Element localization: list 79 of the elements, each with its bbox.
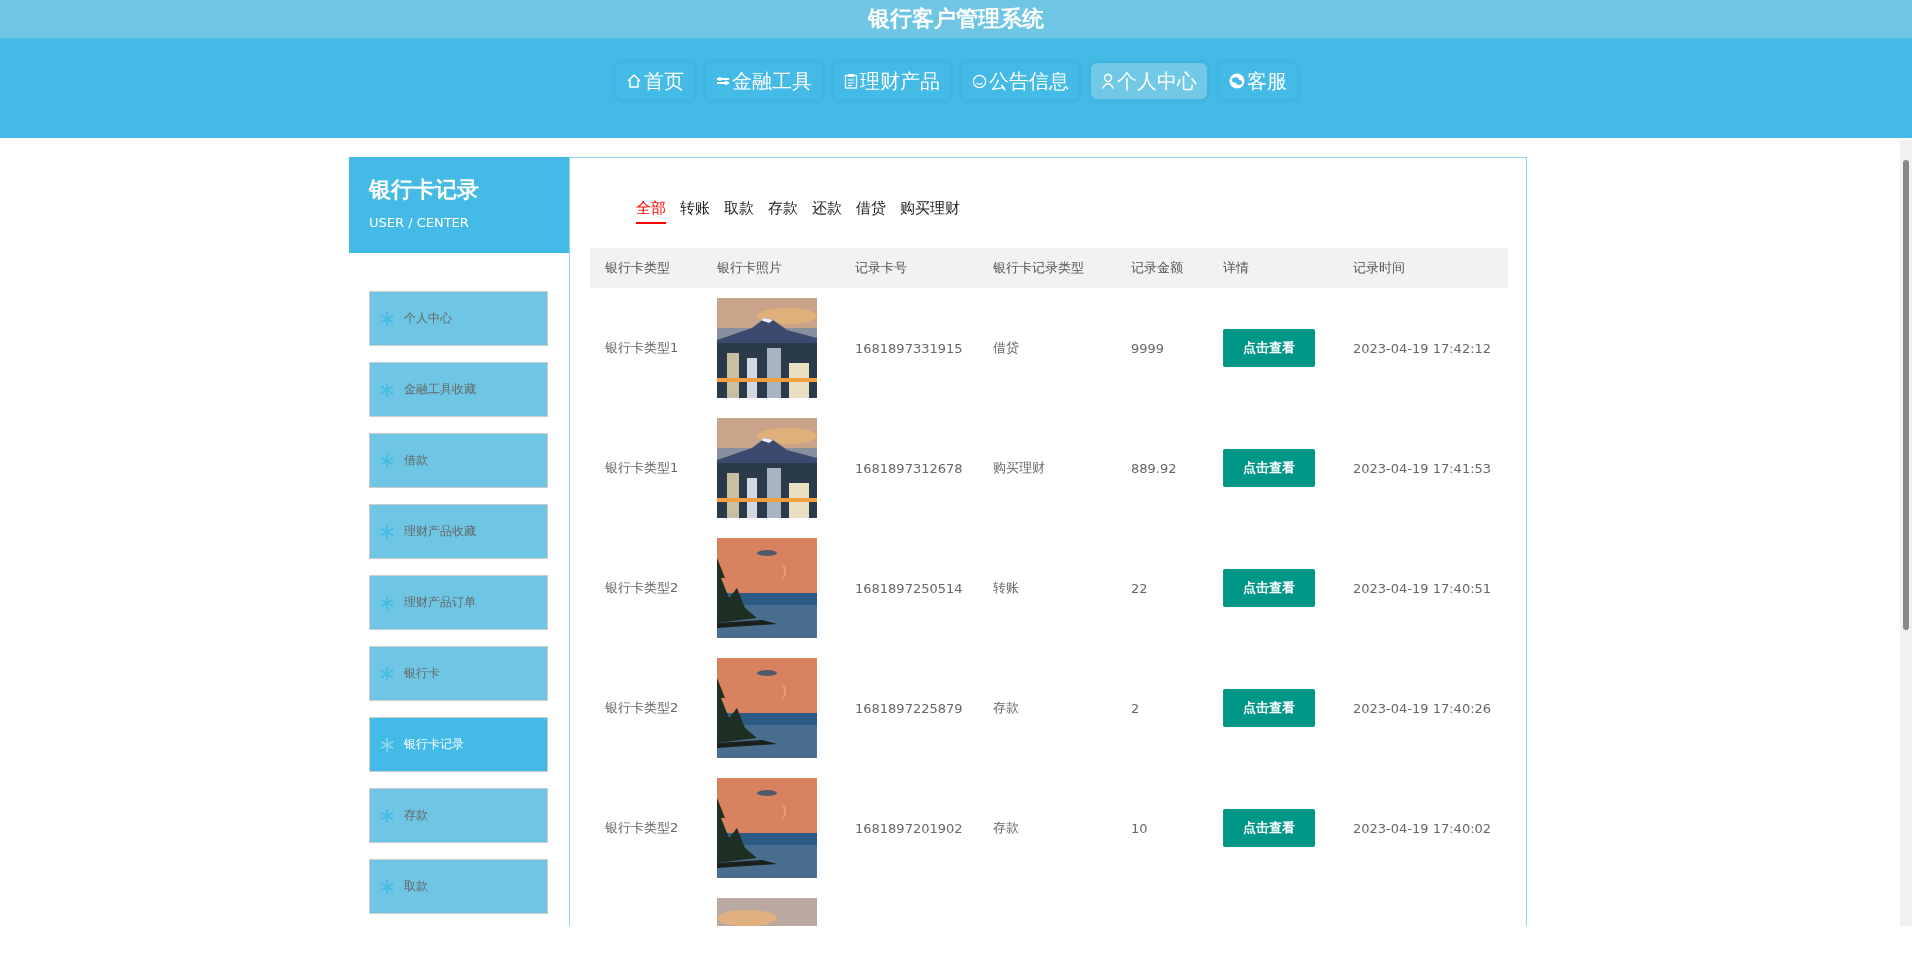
sidebar-item[interactable]: 金融工具收藏	[369, 362, 548, 417]
sidebar-item[interactable]: 取款	[369, 859, 548, 914]
sidebar-item[interactable]: 银行卡	[369, 646, 548, 701]
table-cell: 存款	[993, 820, 1019, 835]
view-button[interactable]: 点击查看	[1223, 689, 1315, 727]
filter-tab[interactable]: 购买理财	[900, 198, 960, 224]
snowflake-icon	[380, 666, 394, 681]
snowflake-icon	[380, 453, 394, 468]
column-header: 详情	[1208, 248, 1338, 288]
filter-tab[interactable]: 取款	[724, 198, 754, 224]
app-title: 银行客户管理系统	[868, 5, 1044, 33]
snowflake-icon	[380, 595, 394, 610]
table-cell: 1681897225879	[855, 700, 963, 716]
snowflake-icon	[380, 879, 394, 894]
table-cell: 银行卡类型2	[605, 820, 679, 835]
sliders-icon	[715, 74, 730, 88]
home-icon	[625, 73, 642, 89]
nav-tab[interactable]: 理财产品	[833, 63, 950, 99]
table-cell: 转账	[993, 580, 1019, 595]
column-header: 记录卡号	[840, 248, 978, 288]
table-cell: 购买理财	[993, 460, 1045, 475]
table-cell: 2023-04-19 17:40:02	[1353, 820, 1492, 836]
sidebar-title: 银行卡记录	[369, 176, 480, 204]
nav-tab[interactable]: 公告信息	[961, 63, 1079, 99]
table-cell: 1681897312678	[855, 460, 963, 476]
sidebar-item[interactable]: 借款	[369, 433, 548, 488]
snowflake-icon	[380, 311, 394, 326]
filter-tab[interactable]: 转账	[680, 198, 710, 224]
table-cell: 10	[1131, 820, 1148, 836]
sidebar-subtitle: USER / CENTER	[369, 215, 470, 230]
table-cell: 银行卡类型2	[605, 700, 679, 715]
column-header: 银行卡记录类型	[978, 248, 1116, 288]
table-cell: 存款	[993, 700, 1019, 715]
view-button[interactable]: 点击查看	[1223, 569, 1315, 607]
table-cell: 2023-04-19 17:41:53	[1353, 460, 1492, 476]
table-cell: 2023-04-19 17:40:51	[1353, 580, 1492, 596]
table-cell: 2	[1131, 700, 1140, 716]
snowflake-icon	[380, 737, 394, 752]
table-cell: 借贷	[993, 340, 1019, 355]
table-cell: 1681897331915	[855, 340, 963, 356]
filter-tab[interactable]: 全部	[636, 198, 666, 224]
table-cell: 1681897201902	[855, 820, 963, 836]
nav-tab[interactable]: 个人中心	[1090, 63, 1207, 99]
column-header: 银行卡类型	[590, 248, 702, 288]
table-cell: 银行卡类型1	[605, 340, 679, 355]
view-button[interactable]: 点击查看	[1223, 329, 1315, 367]
table-cell: 银行卡类型1	[605, 460, 679, 475]
view-button[interactable]: 点击查看	[1223, 809, 1315, 847]
column-header: 记录金额	[1116, 248, 1208, 288]
nav-tab[interactable]: 首页	[615, 63, 694, 99]
user-icon	[1100, 73, 1115, 89]
snowflake-icon	[380, 382, 394, 397]
table-cell: 银行卡类型2	[605, 580, 679, 595]
sidebar-item[interactable]: 存款	[369, 788, 548, 843]
smiley-icon	[971, 73, 987, 89]
scrollbar[interactable]	[1900, 140, 1912, 926]
view-button[interactable]: 点击查看	[1223, 449, 1315, 487]
scroll-thumb[interactable]	[1903, 160, 1909, 630]
sidebar-item[interactable]: 个人中心	[369, 291, 548, 346]
chat-icon	[1228, 73, 1245, 89]
sidebar-item[interactable]: 理财产品订单	[369, 575, 548, 630]
table-cell: 2023-04-19 17:40:26	[1353, 700, 1492, 716]
filter-tab[interactable]: 还款	[812, 198, 842, 224]
table-cell: 2023-04-19 17:42:12	[1353, 340, 1492, 356]
table-cell: 889.92	[1131, 460, 1177, 476]
table-cell: 9999	[1131, 340, 1165, 356]
column-header: 银行卡照片	[702, 248, 840, 288]
sidebar-item[interactable]: 理财产品收藏	[369, 504, 548, 559]
table-cell: 22	[1131, 580, 1148, 596]
column-header: 记录时间	[1338, 248, 1508, 288]
snowflake-icon	[380, 524, 394, 539]
filter-tab[interactable]: 存款	[768, 198, 798, 224]
snowflake-icon	[380, 808, 394, 823]
table-cell: 1681897250514	[855, 580, 963, 596]
nav-tab[interactable]: 客服	[1218, 63, 1297, 99]
nav-tab[interactable]: 金融工具	[705, 63, 822, 99]
sidebar-item[interactable]: 银行卡记录	[369, 717, 548, 772]
filter-tab[interactable]: 借贷	[856, 198, 886, 224]
clipboard-icon	[843, 73, 858, 89]
